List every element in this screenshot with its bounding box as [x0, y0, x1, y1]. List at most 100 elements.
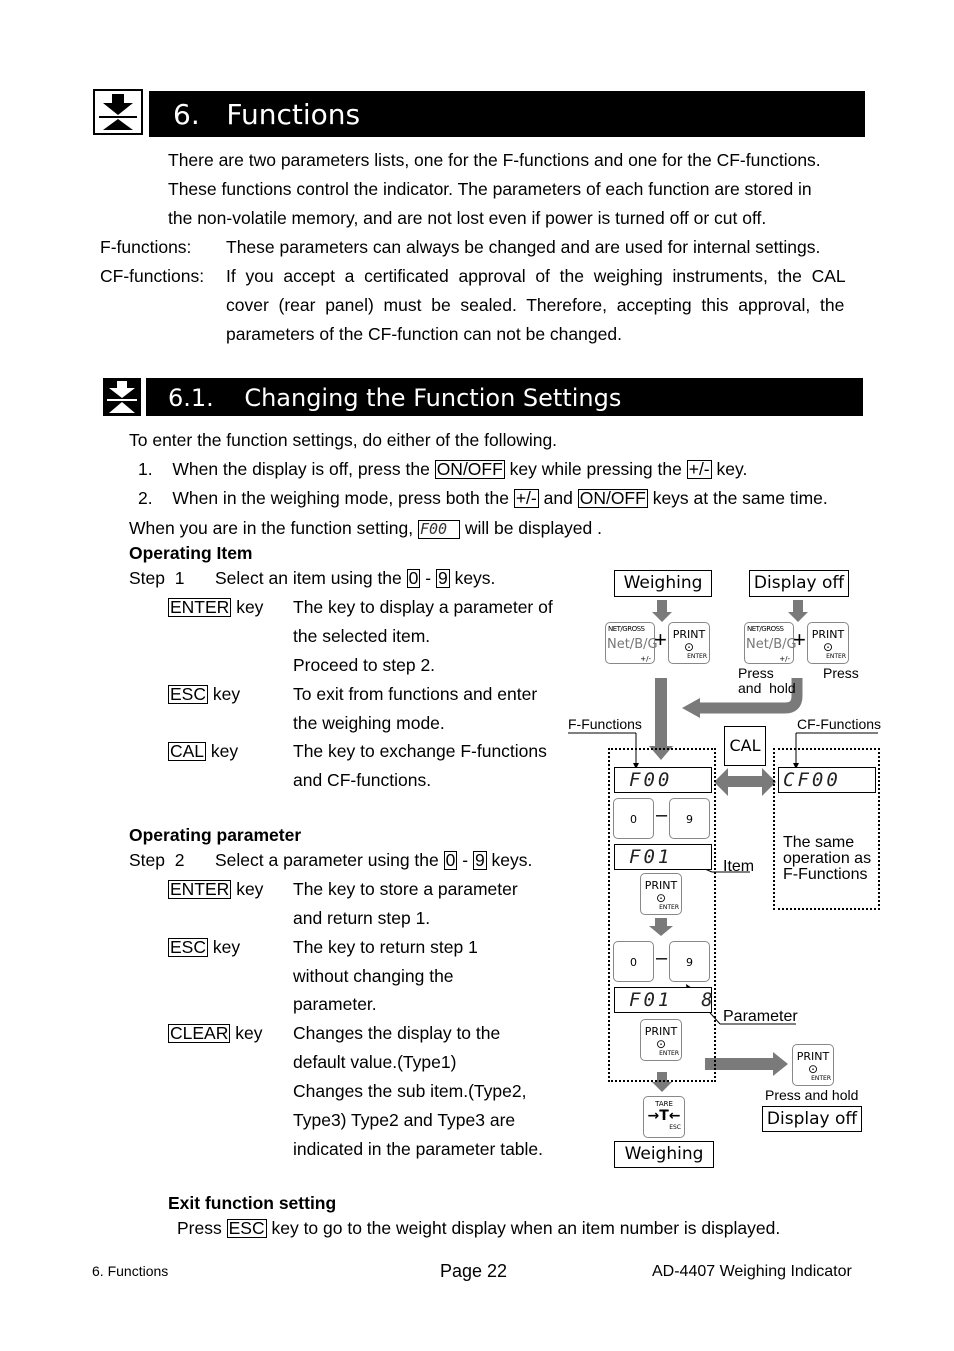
operating-item-heading: Operating Item [129, 543, 253, 563]
cf-functions-label: CF-Functions [797, 716, 882, 732]
clear-key-desc: default value.(Type1) [293, 1052, 457, 1072]
key-0: 0 [443, 850, 458, 870]
list-item: 1. When the display is off, press the ON… [138, 459, 748, 479]
weighing-state: Weighing [614, 1141, 714, 1168]
key-9: 9 [472, 850, 487, 870]
print-key: PRINT ⊙ ENTER [807, 622, 849, 664]
intro-line: There are two parameters lists, one for … [168, 150, 821, 170]
enter-key-desc: and return step 1. [293, 908, 431, 928]
clear-key-desc: indicated in the parameter table. [293, 1139, 544, 1159]
key-on-off: ON/OFF [577, 488, 648, 508]
cal-key-desc: and CF-functions. [293, 770, 432, 790]
parameter-label: Parameter [723, 1008, 798, 1025]
tare-esc-key: TARE →T← ESC [643, 1096, 685, 1138]
cf-functions-text: If you accept a certificated approval of… [226, 266, 846, 286]
enter-key-desc: The key to store a parameter [293, 879, 518, 899]
press-and-hold-label: Press and hold [765, 1087, 859, 1103]
enter-key-desc: Proceed to step 2. [293, 655, 436, 675]
key-esc: ESC [226, 1218, 267, 1238]
download-arrow-icon [93, 89, 143, 135]
key-9: 9 [435, 568, 450, 588]
arrow-down [788, 600, 808, 622]
print-key: PRINT ⊙ ENTER [668, 622, 710, 664]
cal-key-desc: The key to exchange F-functions [293, 741, 547, 761]
esc-key-desc: the weighing mode. [293, 713, 445, 733]
key-0: 0 [613, 941, 654, 982]
print-enter-key: PRINT ⊙ ENTER [792, 1044, 834, 1086]
esc-key-desc: without changing the [293, 966, 454, 986]
key-on-off: ON/OFF [434, 459, 505, 479]
lcd-f01-parameter: F01 8 [614, 987, 713, 1013]
clear-key-desc: Type3) Type2 and Type3 are [293, 1110, 516, 1130]
function-flow-diagram: Weighing Display off NET/GROSS Net/B/G +… [560, 560, 890, 1180]
section-title: 6.1. Changing the Function Settings [168, 384, 622, 412]
plus-sign: + [654, 627, 667, 652]
key-9: 9 [669, 941, 710, 982]
item-label: Item [723, 858, 755, 875]
page-number: Page 22 [440, 1261, 508, 1281]
arrow-head [682, 698, 700, 718]
esc-key-label: ESC key [168, 937, 241, 957]
lcd-f00: F00 [614, 767, 712, 793]
print-enter-key: PRINT ⊙ ENTER [640, 1019, 682, 1061]
esc-key-desc: To exit from functions and enter [293, 684, 538, 704]
display-off-state: Display off [749, 570, 849, 597]
arrow-down [652, 600, 672, 622]
download-arrow-icon [103, 378, 141, 416]
print-circle-icon: ⊙ [683, 640, 695, 654]
key-0: 0 [613, 798, 654, 839]
intro-line: the non-volatile memory, and are not los… [168, 208, 767, 228]
lcd-f01: F01 [614, 844, 712, 870]
same-operation-note: The same operation as F-Functions [783, 834, 872, 883]
display-note: When you are in the function setting, F0… [129, 518, 602, 539]
key-9: 9 [669, 798, 710, 839]
intro-line: These functions control the indicator. T… [168, 179, 812, 199]
esc-key-desc: parameter. [293, 994, 377, 1014]
exit-text: Press ESC key to go to the weight displa… [177, 1218, 781, 1238]
footer-product: AD-4407 Weighing Indicator [652, 1263, 852, 1280]
clear-key-label: CLEAR key [168, 1023, 263, 1043]
dash: – [656, 947, 668, 969]
key-plus-minus: +/- [686, 459, 712, 479]
print-circle-icon: ⊙ [822, 640, 834, 654]
clear-key-desc: Changes the display to the [293, 1023, 501, 1043]
f-functions-text: These parameters can always be changed a… [226, 237, 821, 257]
cal-key: CAL [724, 726, 766, 766]
weighing-state: Weighing [614, 570, 712, 597]
clear-key-desc: Changes the sub item.(Type2, [293, 1081, 527, 1101]
press-label: Press [823, 665, 859, 681]
lcd-f00-inline: F00 [417, 520, 460, 539]
esc-key-desc: The key to return step 1 [293, 937, 478, 957]
plus-sign: + [793, 627, 806, 652]
enter-key-desc: The key to display a parameter of [293, 597, 553, 617]
enter-key-label: ENTER key [168, 879, 264, 899]
section-6-header: 6. Functions [93, 89, 865, 137]
cf-functions-text: parameters of the CF-function can not be… [226, 324, 622, 344]
operating-parameter-heading: Operating parameter [129, 825, 302, 845]
print-circle-icon: ⊙ [655, 891, 667, 905]
cf-functions-label: CF-functions: [100, 266, 205, 286]
cal-key-label: CAL key [168, 741, 239, 761]
print-enter-key: PRINT ⊙ ENTER [640, 873, 682, 915]
section-6-1-header: 6.1. Changing the Function Settings [103, 378, 863, 418]
step-1: Step 1 Select an item using the 0 - 9 key… [129, 568, 496, 588]
enter-key-label: ENTER key [168, 597, 264, 617]
cf-functions-text: cover (rear panel) must be sealed. There… [226, 295, 845, 315]
f-functions-label: F-functions: [100, 237, 192, 257]
print-circle-icon: ⊙ [655, 1037, 667, 1051]
display-off-state: Display off [762, 1106, 862, 1132]
arrow-right [705, 1052, 788, 1076]
net-gross-key: NET/GROSS Net/B/G +/- [605, 622, 658, 664]
lcd-cf00: CF00 [778, 767, 876, 793]
list-item: 2. When in the weighing mode, press both… [138, 488, 828, 508]
press-and-hold-label: Press and hold [738, 665, 796, 696]
exit-heading: Exit function setting [168, 1193, 337, 1213]
net-gross-key: NET/GROSS Net/B/G +/- [744, 622, 797, 664]
enter-key-desc: the selected item. [293, 626, 431, 646]
print-circle-icon: ⊙ [807, 1062, 819, 1076]
enter-intro: To enter the function settings, do eithe… [129, 430, 558, 450]
f-functions-label: F-Functions [568, 716, 642, 732]
tare-arrows-icon: →T← [647, 1108, 681, 1124]
footer-section: 6. Functions [92, 1263, 169, 1279]
key-plus-minus: +/- [513, 488, 539, 508]
